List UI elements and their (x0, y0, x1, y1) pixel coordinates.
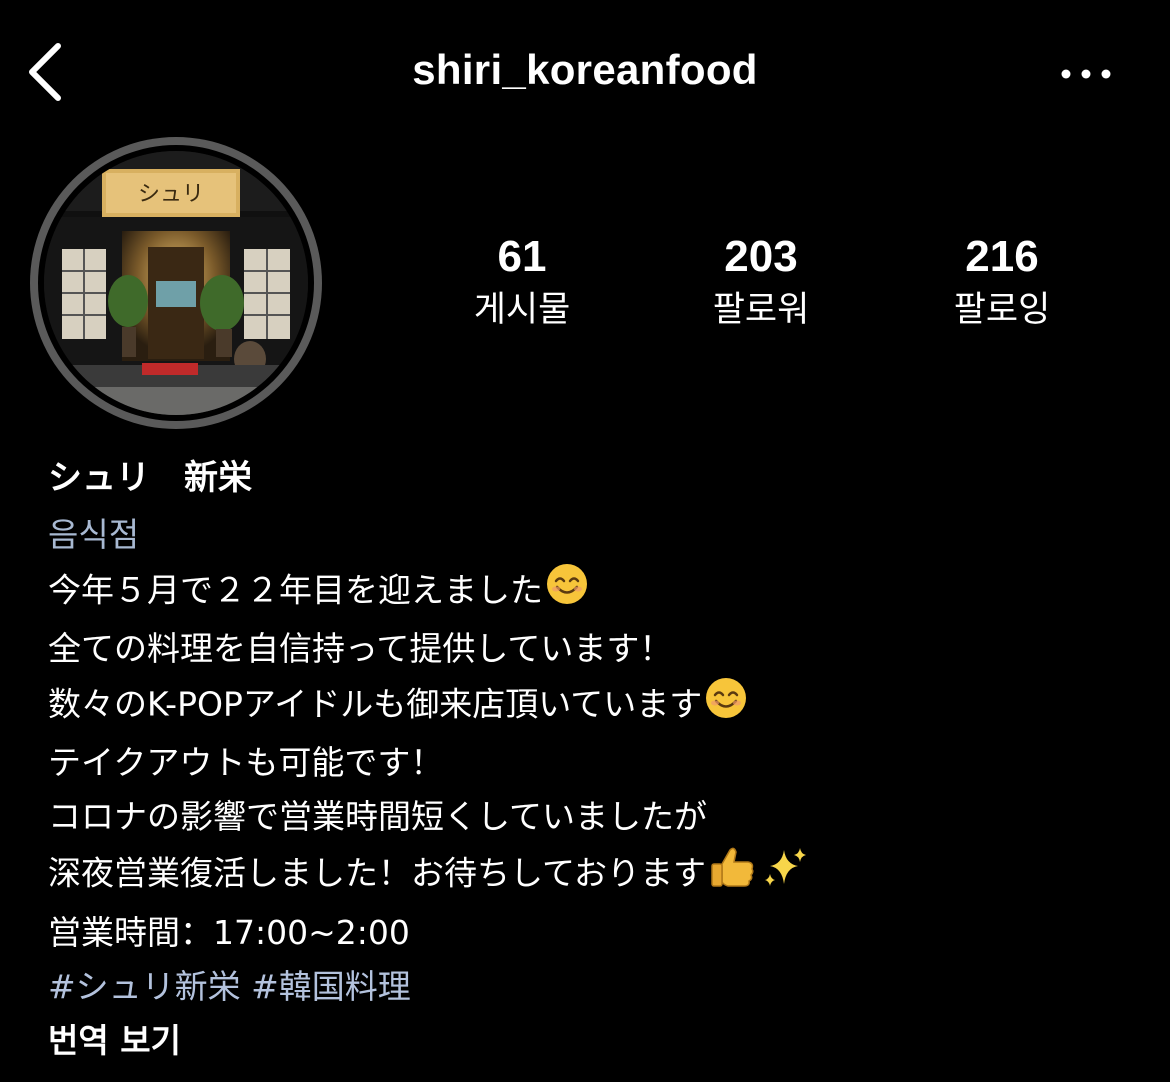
posts-count: 61 (497, 232, 547, 281)
bio-line: コロナの影響で営業時間短くしていましたが (48, 797, 708, 836)
see-translation-button[interactable]: 번역 보기 (48, 1014, 1148, 1068)
smiling-face-emoji-icon (545, 562, 589, 622)
followers-label: 팔로워 (712, 290, 810, 330)
bio-line: 数々のK-POPアイドルも御来店頂いています (48, 676, 1148, 736)
bio-line: 深夜営業復活しました！お待ちしております (48, 844, 1148, 906)
bio-line: 全ての料理を自信持って提供しています！ (48, 629, 673, 668)
more-options-button[interactable] (1056, 56, 1116, 92)
following-label: 팔로잉 (953, 290, 1051, 330)
sparkles-emoji-icon (760, 844, 810, 906)
profile-category[interactable]: 음식점 (48, 508, 1148, 562)
bio-line-text: 深夜営業復活しました！お待ちしております (48, 853, 707, 893)
stat-following[interactable]: 216 팔로잉 (882, 232, 1122, 334)
thumbs-up-emoji-icon (708, 844, 758, 906)
restaurant-storefront-photo: シュリ (44, 151, 308, 415)
bio-hashtags: #シュリ新栄 #韓国料理 (48, 960, 1148, 1014)
profile-username: shiri_koreanfood (412, 46, 758, 93)
avatar-sign-text: シュリ (138, 182, 204, 207)
ellipsis-icon (1061, 69, 1111, 79)
profile-bio: シュリ 新栄 음식점 今年５月で２２年目を迎えました 全ての料理を自信持って提供… (48, 456, 1148, 1068)
avatar-ring[interactable]: シュリ (30, 137, 322, 429)
followers-count: 203 (724, 232, 798, 281)
hashtag-link[interactable]: #韓国料理 (251, 967, 411, 1006)
bio-line: テイクアウトも可能です！ (48, 743, 444, 782)
bio-line: 今年５月で２２年目を迎えました (48, 562, 1148, 622)
bio-line: 営業時間：17:00~2:00 (48, 913, 410, 952)
smiling-face-emoji-icon (704, 676, 748, 736)
stat-posts[interactable]: 61 게시물 (402, 232, 642, 334)
following-count: 216 (965, 232, 1039, 281)
posts-label: 게시물 (473, 290, 571, 330)
bio-line-text: 数々のK-POPアイドルも御来店頂いています (48, 684, 703, 724)
hashtag-link[interactable]: #シュリ新栄 (48, 967, 241, 1006)
bio-line-text: 今年５月で２２年目を迎えました (48, 570, 543, 610)
avatar[interactable]: シュリ (44, 151, 308, 415)
profile-header: shiri_koreanfood (0, 0, 1170, 150)
stat-followers[interactable]: 203 팔로워 (641, 232, 881, 334)
profile-display-name: シュリ 新栄 (48, 458, 252, 498)
